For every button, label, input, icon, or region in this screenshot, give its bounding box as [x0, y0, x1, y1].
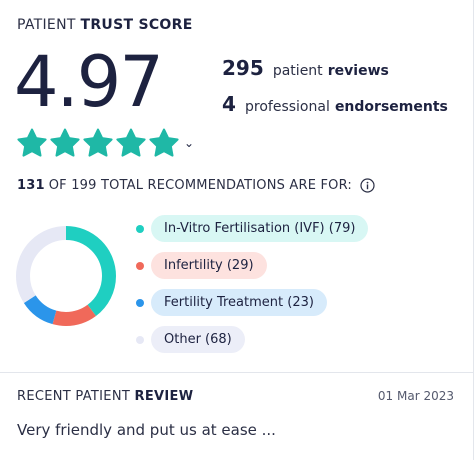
recent-review-title: RECENT PATIENT REVIEW: [17, 389, 193, 404]
endorsements-stat[interactable]: 4 professional endorsements: [222, 92, 448, 116]
reviews-emphasis: reviews: [327, 63, 389, 79]
legend-pill-label[interactable]: Fertility Treatment (23): [151, 289, 327, 316]
reviews-stat[interactable]: 295 patient reviews: [222, 56, 389, 80]
trust-score-card: PATIENT TRUST SCORE 4.97 ⌄ 295 patient r…: [0, 0, 474, 460]
stars-group: [16, 128, 181, 158]
reviews-text: patient: [272, 63, 323, 79]
star-icon: [16, 128, 48, 158]
endorsements-text: professional: [245, 99, 330, 115]
trust-score-title-emphasis: TRUST SCORE: [80, 17, 193, 33]
recommendations-count: 131: [17, 178, 45, 193]
endorsements-count: 4: [222, 92, 236, 116]
star-icon: [49, 128, 81, 158]
legend-dot: [136, 224, 144, 233]
legend-item[interactable]: In-Vitro Fertilisation (IVF) (79): [136, 210, 369, 247]
endorsements-emphasis: endorsements: [334, 99, 448, 115]
recent-review-title-emphasis: REVIEW: [134, 389, 194, 404]
recommendations-donut-chart: [16, 226, 116, 326]
trust-score-title: PATIENT TRUST SCORE: [17, 17, 193, 33]
legend-item[interactable]: Infertility (29): [136, 247, 368, 284]
legend-pill-label[interactable]: Other (68): [151, 326, 245, 353]
recent-review-title-prefix: RECENT PATIENT: [17, 389, 131, 404]
star-icon: [148, 128, 180, 158]
review-date: 01 Mar 2023: [377, 389, 454, 403]
chevron-down-icon[interactable]: ⌄: [184, 136, 194, 150]
star-icon: [82, 128, 114, 158]
recommendations-legend: In-Vitro Fertilisation (IVF) (79) Inferti…: [136, 210, 369, 358]
star-icon: [115, 128, 147, 158]
legend-item[interactable]: Fertility Treatment (23): [136, 284, 368, 321]
legend-dot: [136, 335, 144, 344]
star-rating[interactable]: ⌄: [16, 128, 194, 158]
legend-pill-label[interactable]: In-Vitro Fertilisation (IVF) (79): [151, 215, 369, 242]
recommendations-heading: 131 OF 199 TOTAL RECOMMENDATIONS ARE FOR…: [17, 178, 375, 193]
legend-dot: [136, 261, 144, 270]
legend-pill-label[interactable]: Infertility (29): [151, 252, 267, 279]
review-text[interactable]: Very friendly and put us at ease ...: [17, 421, 276, 439]
legend-item[interactable]: Other (68): [136, 321, 368, 358]
reviews-count: 295: [222, 56, 264, 80]
section-divider: [0, 372, 474, 373]
trust-score-value: 4.97: [14, 41, 164, 123]
legend-dot: [136, 298, 144, 307]
info-icon[interactable]: [360, 178, 375, 193]
recommendations-text: OF 199 TOTAL RECOMMENDATIONS ARE FOR:: [48, 178, 353, 193]
trust-score-title-prefix: PATIENT: [17, 17, 76, 33]
